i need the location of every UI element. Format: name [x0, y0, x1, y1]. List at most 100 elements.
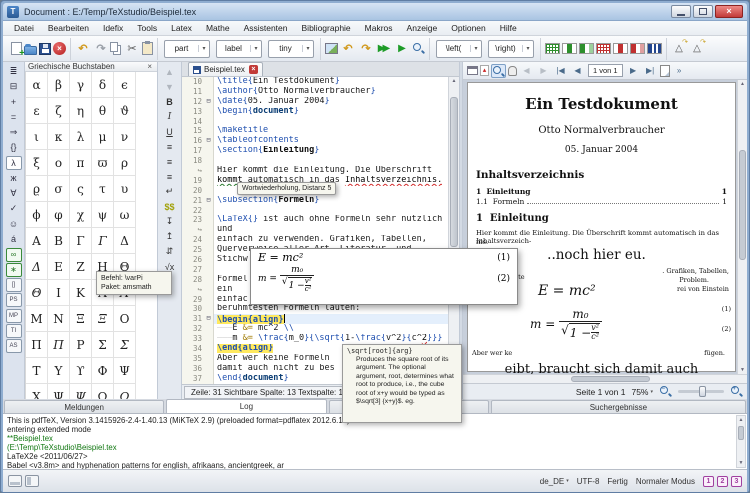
- code-row[interactable]: 13 \begin{document}: [182, 106, 448, 117]
- symbol-cell[interactable]: ξ: [26, 150, 48, 176]
- page-setup-icon[interactable]: [659, 64, 670, 77]
- menu-bearbeiten[interactable]: Bearbeiten: [41, 22, 96, 34]
- symbol-cell[interactable]: π: [70, 150, 92, 176]
- code-line[interactable]: ———E &= mc^2 \\: [214, 324, 294, 334]
- code-line[interactable]: Formel: [214, 275, 248, 285]
- code-line[interactable]: \maketitle: [214, 126, 268, 136]
- symbol-cell[interactable]: Φ: [92, 358, 114, 384]
- next-page-icon[interactable]: ▶: [626, 64, 641, 78]
- menu-idefix[interactable]: Idefix: [96, 22, 130, 34]
- save-icon[interactable]: [39, 42, 51, 55]
- code-line[interactable]: \section{Einleitung}: [214, 146, 319, 156]
- mp-symbols-icon[interactable]: MP: [5, 308, 22, 323]
- code-row[interactable]: 31 ⊟ \begin{align}: [182, 314, 448, 325]
- menu-tools[interactable]: Tools: [130, 22, 164, 34]
- symbol-cell[interactable]: φ: [48, 202, 70, 228]
- prev-page-icon[interactable]: ◀: [570, 64, 585, 78]
- forward-icon[interactable]: ▶: [536, 64, 551, 78]
- align-left-icon[interactable]: ≡: [161, 140, 179, 153]
- last-page-icon[interactable]: ▶|: [643, 64, 658, 78]
- paste-column-icon[interactable]: [579, 43, 594, 54]
- scroll-up-icon[interactable]: ▲: [161, 65, 179, 78]
- code-line[interactable]: Aber wer keine Formeln: [214, 354, 330, 364]
- close-file-icon[interactable]: ×: [53, 42, 66, 55]
- symbol-cell[interactable]: κ: [48, 124, 70, 150]
- new-document-icon[interactable]: [11, 42, 25, 59]
- code-row[interactable]: 15 \maketitle: [182, 126, 448, 137]
- tab-suchergebnisse[interactable]: Suchergebnisse: [490, 400, 747, 413]
- code-line[interactable]: und: [214, 225, 232, 235]
- symbol-cell[interactable]: I: [48, 280, 70, 306]
- remove-table-icon[interactable]: [596, 43, 611, 54]
- symbol-cell[interactable]: O: [114, 306, 136, 332]
- code-line[interactable]: [214, 265, 217, 275]
- greek-letters-icon[interactable]: λ: [5, 155, 22, 170]
- remove-column-icon[interactable]: [613, 43, 628, 54]
- clean-aux-icon[interactable]: ↶: [340, 41, 356, 57]
- combo-part[interactable]: part ▾: [164, 39, 210, 58]
- code-row[interactable]: 11 \author{Otto Normalverbraucher}: [182, 86, 448, 97]
- editor-scrollbar[interactable]: ▲ ▼: [448, 77, 459, 384]
- editor-mode[interactable]: Normaler Modus: [636, 477, 695, 486]
- pdf-horizontal-scrollbar[interactable]: [463, 374, 747, 383]
- copy-icon[interactable]: [110, 41, 118, 52]
- code-line[interactable]: \tableofcontents: [214, 136, 299, 146]
- tab-log[interactable]: Log: [166, 399, 327, 413]
- code-row[interactable]: 10 \title{Ein Testdokument}: [182, 77, 448, 87]
- fold-marker[interactable]: ⊟: [204, 136, 214, 147]
- symbol-cell[interactable]: Θ: [26, 280, 48, 306]
- code-line[interactable]: damit auch nicht zu bes: [214, 364, 335, 374]
- menu-hilfe[interactable]: Hilfe: [493, 22, 524, 34]
- code-row[interactable]: 33 ———m &= \frac{m_0}{\sqrt{1-\frac{v^2}{…: [182, 334, 448, 345]
- display-math-icon[interactable]: ↧: [161, 215, 179, 228]
- code-line[interactable]: \end{document}: [214, 374, 289, 384]
- symbol-cell[interactable]: τ: [92, 176, 114, 202]
- symbol-cell[interactable]: ρ: [114, 150, 136, 176]
- fold-marker[interactable]: ⊟: [204, 96, 214, 107]
- symbol-cell[interactable]: γ: [70, 72, 92, 98]
- code-row[interactable]: ↪ Hier kommt die Einleitung. Die Überschr…: [182, 166, 448, 176]
- detach-preview-icon[interactable]: [467, 66, 478, 75]
- relations-icon[interactable]: =: [6, 110, 22, 124]
- symbol-cell[interactable]: Γ: [70, 228, 92, 254]
- scroll-down-arrow-icon[interactable]: ▼: [738, 366, 747, 374]
- combo-tiny[interactable]: tiny ▾: [268, 39, 314, 58]
- code-line[interactable]: einfac: [214, 295, 248, 305]
- menu-optionen[interactable]: Optionen: [444, 22, 493, 34]
- symbol-cell[interactable]: ι: [26, 124, 48, 150]
- symbol-cell[interactable]: δ: [92, 72, 114, 98]
- symbol-cell[interactable]: υ: [114, 176, 136, 202]
- italic-icon[interactable]: I: [161, 110, 179, 123]
- menu-latex[interactable]: Latex: [164, 22, 199, 34]
- pdf-view[interactable]: Ein Testdokument Otto Normalverbraucher …: [463, 80, 747, 377]
- scrollbar-thumb[interactable]: [739, 150, 746, 260]
- menu-makros[interactable]: Makros: [358, 22, 400, 34]
- acrobat-icon[interactable]: ▴: [480, 65, 489, 76]
- code-line[interactable]: Hier kommt die Einleitung. Die Überschri…: [214, 166, 432, 176]
- compile-and-view-icon[interactable]: ▶▶: [376, 41, 392, 57]
- maximize-button[interactable]: [693, 5, 713, 18]
- code-line[interactable]: \LaTeX{} ist auch ohne Formeln sehr nütz…: [214, 215, 442, 225]
- undo-icon[interactable]: ↶: [75, 41, 91, 57]
- menu-datei[interactable]: Datei: [7, 22, 41, 34]
- symbol-cell[interactable]: K: [70, 280, 92, 306]
- first-page-icon[interactable]: |◀: [553, 64, 568, 78]
- symbol-cell[interactable]: Ξ: [70, 306, 92, 332]
- code-line[interactable]: \subsection{Formeln}: [214, 196, 319, 206]
- code-line[interactable]: [214, 117, 217, 127]
- structure-icon[interactable]: ≣: [6, 64, 22, 78]
- convert-to-inline-math-icon[interactable]: △: [689, 38, 706, 57]
- symbol-cell[interactable]: Π: [48, 332, 70, 358]
- bold-icon[interactable]: B: [161, 95, 179, 108]
- fold-marker[interactable]: ⊟: [204, 314, 214, 325]
- magnifier-tool-icon[interactable]: [491, 63, 506, 78]
- symbol-cell[interactable]: ν: [114, 124, 136, 150]
- subscript-icon[interactable]: ⇵: [161, 245, 179, 258]
- encoding-value[interactable]: UTF-8: [577, 477, 600, 486]
- bookmark-1-icon[interactable]: 1: [703, 475, 714, 487]
- superscript-icon[interactable]: ↥: [161, 230, 179, 243]
- zoom-in-icon[interactable]: +: [730, 385, 743, 398]
- symbol-cell[interactable]: ο: [48, 150, 70, 176]
- code-row[interactable]: 16 ⊟ \tableofcontents: [182, 136, 448, 147]
- underline-icon[interactable]: U: [161, 125, 179, 138]
